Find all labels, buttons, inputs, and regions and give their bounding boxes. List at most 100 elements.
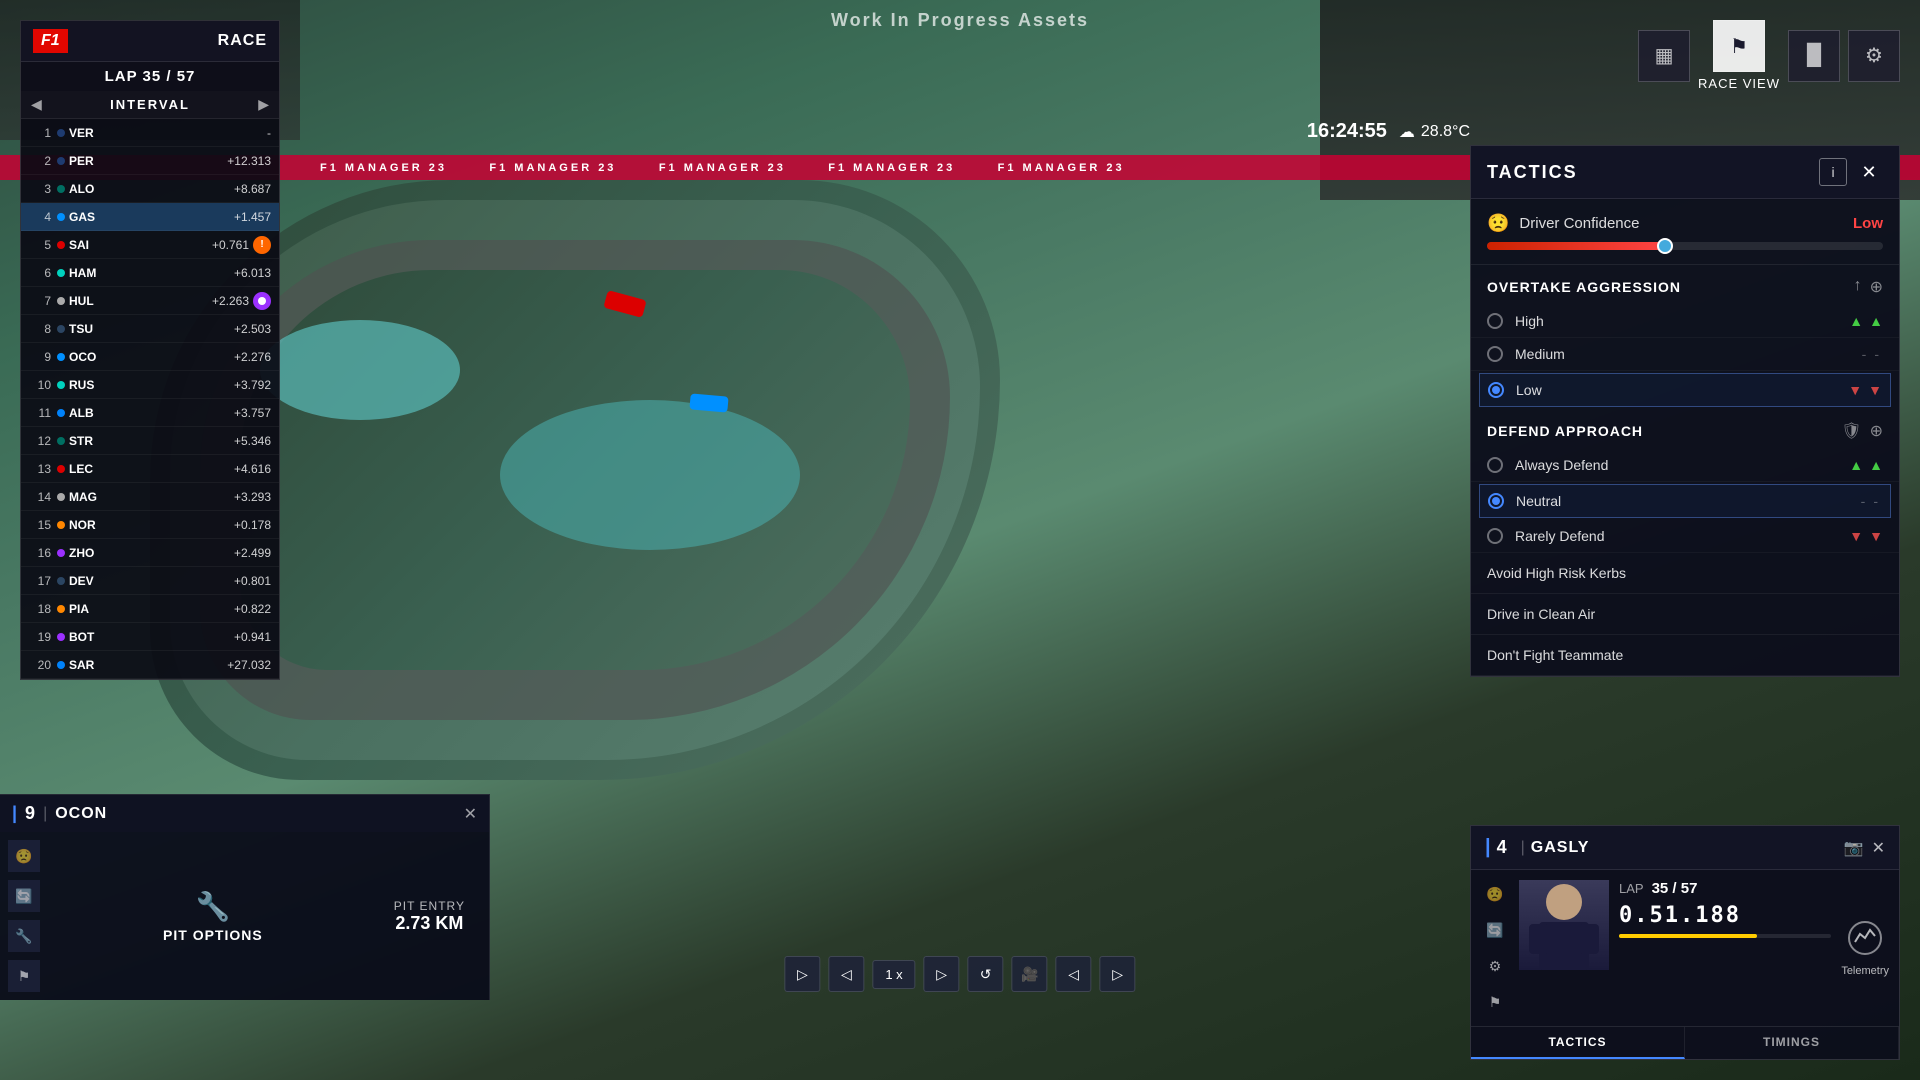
overtake-medium-radio[interactable]: [1487, 346, 1503, 362]
driver-gap: +2.503: [234, 322, 271, 336]
driver-card-body: 😟 🔄 ⚙ ⚑ LAP 35 / 57 0.51.188: [1471, 870, 1899, 1026]
prev-frame-button[interactable]: ◁: [1056, 956, 1092, 992]
standings-row[interactable]: 15NOR+0.178: [21, 511, 279, 539]
card-divider: |: [1521, 839, 1525, 857]
tactics-close-button[interactable]: ✕: [1855, 158, 1883, 186]
driver-confidence-thumb[interactable]: [1657, 238, 1673, 254]
lap-value: 35 / 57: [1652, 880, 1698, 897]
race-view-button[interactable]: ⚑: [1713, 20, 1765, 72]
driver-card-icon-settings[interactable]: ⚙: [1481, 952, 1509, 980]
overtake-high-radio[interactable]: [1487, 313, 1503, 329]
defend-neutral-option[interactable]: Neutral - -: [1479, 484, 1891, 518]
defend-always-option[interactable]: Always Defend ▲ ▲: [1471, 449, 1899, 482]
defend-neutral-label: Neutral: [1516, 493, 1857, 509]
overtake-low-arrows: ▼ ▼: [1848, 382, 1882, 398]
overtake-low-option[interactable]: Low ▼ ▼: [1479, 373, 1891, 407]
gasly-name: GASLY: [1531, 839, 1844, 857]
standings-row[interactable]: 9OCO+2.276: [21, 343, 279, 371]
standings-row[interactable]: 19BOT+0.941: [21, 623, 279, 651]
interval-next-arrow[interactable]: ▶: [258, 96, 269, 113]
ocon-close-button[interactable]: ✕: [464, 804, 477, 824]
defend-neutral-radio[interactable]: [1488, 493, 1504, 509]
rewind-button[interactable]: ◁: [828, 956, 864, 992]
standings-row[interactable]: 11ALB+3.757: [21, 399, 279, 427]
standings-row[interactable]: 4GAS+1.457: [21, 203, 279, 231]
overtake-high-option[interactable]: High ▲ ▲: [1471, 305, 1899, 338]
standings-row[interactable]: 2PER+12.313: [21, 147, 279, 175]
interval-prev-arrow[interactable]: ◀: [31, 96, 42, 113]
clock-area: 16:24:55 ☁ 28.8°C: [1307, 120, 1470, 143]
telemetry-button[interactable]: Telemetry: [1841, 880, 1889, 1016]
driver-abbreviation: HAM: [69, 266, 109, 280]
team-dot: [57, 129, 65, 137]
driver-confidence-label: Driver Confidence: [1519, 215, 1843, 232]
gasly-number: 4: [1497, 837, 1507, 858]
overtake-section-header: OVERTAKE AGGRESSION ↑ ⊕: [1471, 265, 1899, 305]
defend-rarely-radio[interactable]: [1487, 528, 1503, 544]
ocon-icon-face[interactable]: 😟: [8, 840, 40, 872]
driver-abbreviation: DEV: [69, 574, 109, 588]
loop-button[interactable]: ↺: [968, 956, 1004, 992]
pit-options-area[interactable]: 🔧 PIT OPTIONS: [48, 840, 378, 992]
camera-icon[interactable]: 📷: [1844, 838, 1864, 858]
position-number: 2: [29, 154, 51, 168]
interval-label: INTERVAL: [110, 97, 190, 112]
driver-gap: +3.757: [234, 406, 271, 420]
defend-rarely-option[interactable]: Rarely Defend ▼ ▼: [1471, 520, 1899, 553]
standings-row[interactable]: 18PIA+0.822: [21, 595, 279, 623]
driver-gap: +2.499: [234, 546, 271, 560]
standings-row[interactable]: 3ALO+8.687: [21, 175, 279, 203]
driver-confidence-slider[interactable]: [1487, 242, 1883, 250]
timings-tab[interactable]: TIMINGS: [1685, 1027, 1899, 1059]
tactics-info-button[interactable]: i: [1819, 158, 1847, 186]
team-dot: [57, 381, 65, 389]
tactics-tab[interactable]: TACTICS: [1471, 1027, 1685, 1059]
camera-toggle-button[interactable]: 🎥: [1012, 956, 1048, 992]
driver-card-icon-face[interactable]: 😟: [1481, 880, 1509, 908]
standings-row[interactable]: 8TSU+2.503: [21, 315, 279, 343]
ocon-icon-tire[interactable]: 🔄: [8, 880, 40, 912]
standings-row[interactable]: 1VER-: [21, 119, 279, 147]
ocon-icon-wrench[interactable]: 🔧: [8, 920, 40, 952]
standings-row[interactable]: 17DEV+0.801: [21, 567, 279, 595]
standings-row[interactable]: 6HAM+6.013: [21, 259, 279, 287]
driver-card-tabs: TACTICS TIMINGS: [1471, 1026, 1899, 1059]
overtake-medium-option[interactable]: Medium - -: [1471, 338, 1899, 371]
overtake-medium-sep2: -: [1874, 346, 1879, 362]
race-view-container: ⚑ RACE VIEW: [1698, 20, 1780, 91]
no-fight-teammate-toggle[interactable]: Don't Fight Teammate: [1471, 635, 1899, 676]
overtake-low-radio[interactable]: [1488, 382, 1504, 398]
standings-row[interactable]: 10RUS+3.792: [21, 371, 279, 399]
clean-air-toggle[interactable]: Drive in Clean Air: [1471, 594, 1899, 635]
standings-row[interactable]: 12STR+5.346: [21, 427, 279, 455]
overtake-medium-label: Medium: [1515, 346, 1858, 362]
driver-card-close-button[interactable]: ✕: [1872, 838, 1885, 858]
driver-gap: +4.616: [234, 462, 271, 476]
timing-button[interactable]: ▐▌: [1788, 30, 1840, 82]
position-number: 5: [29, 238, 51, 252]
standings-row[interactable]: 14MAG+3.293: [21, 483, 279, 511]
team-dot: [57, 297, 65, 305]
ocon-number: 9: [25, 803, 35, 824]
avoid-kerbs-toggle[interactable]: Avoid High Risk Kerbs: [1471, 553, 1899, 594]
standings-row[interactable]: 13LEC+4.616: [21, 455, 279, 483]
standings-row[interactable]: 16ZHO+2.499: [21, 539, 279, 567]
bar-chart-button[interactable]: ▦: [1638, 30, 1690, 82]
forward-button[interactable]: ▷: [924, 956, 960, 992]
ocon-icon-flag[interactable]: ⚑: [8, 960, 40, 992]
defend-always-radio[interactable]: [1487, 457, 1503, 473]
defend-arr-down-icon: ▼: [1849, 528, 1863, 544]
position-number: 7: [29, 294, 51, 308]
settings-button[interactable]: ⚙: [1848, 30, 1900, 82]
standings-row[interactable]: 20SAR+27.032: [21, 651, 279, 679]
play-pause-button[interactable]: ▷: [784, 956, 820, 992]
driver-card-icon-tire[interactable]: 🔄: [1481, 916, 1509, 944]
standings-row[interactable]: 5SAI+0.761!: [21, 231, 279, 259]
team-dot: [57, 465, 65, 473]
no-fight-teammate-label: Don't Fight Teammate: [1487, 647, 1623, 663]
standings-row[interactable]: 7HUL+2.263: [21, 287, 279, 315]
interval-nav[interactable]: ◀ INTERVAL ▶: [21, 91, 279, 119]
clean-air-label: Drive in Clean Air: [1487, 606, 1595, 622]
driver-card-icon-flag[interactable]: ⚑: [1481, 988, 1509, 1016]
next-frame-button[interactable]: ▷: [1100, 956, 1136, 992]
